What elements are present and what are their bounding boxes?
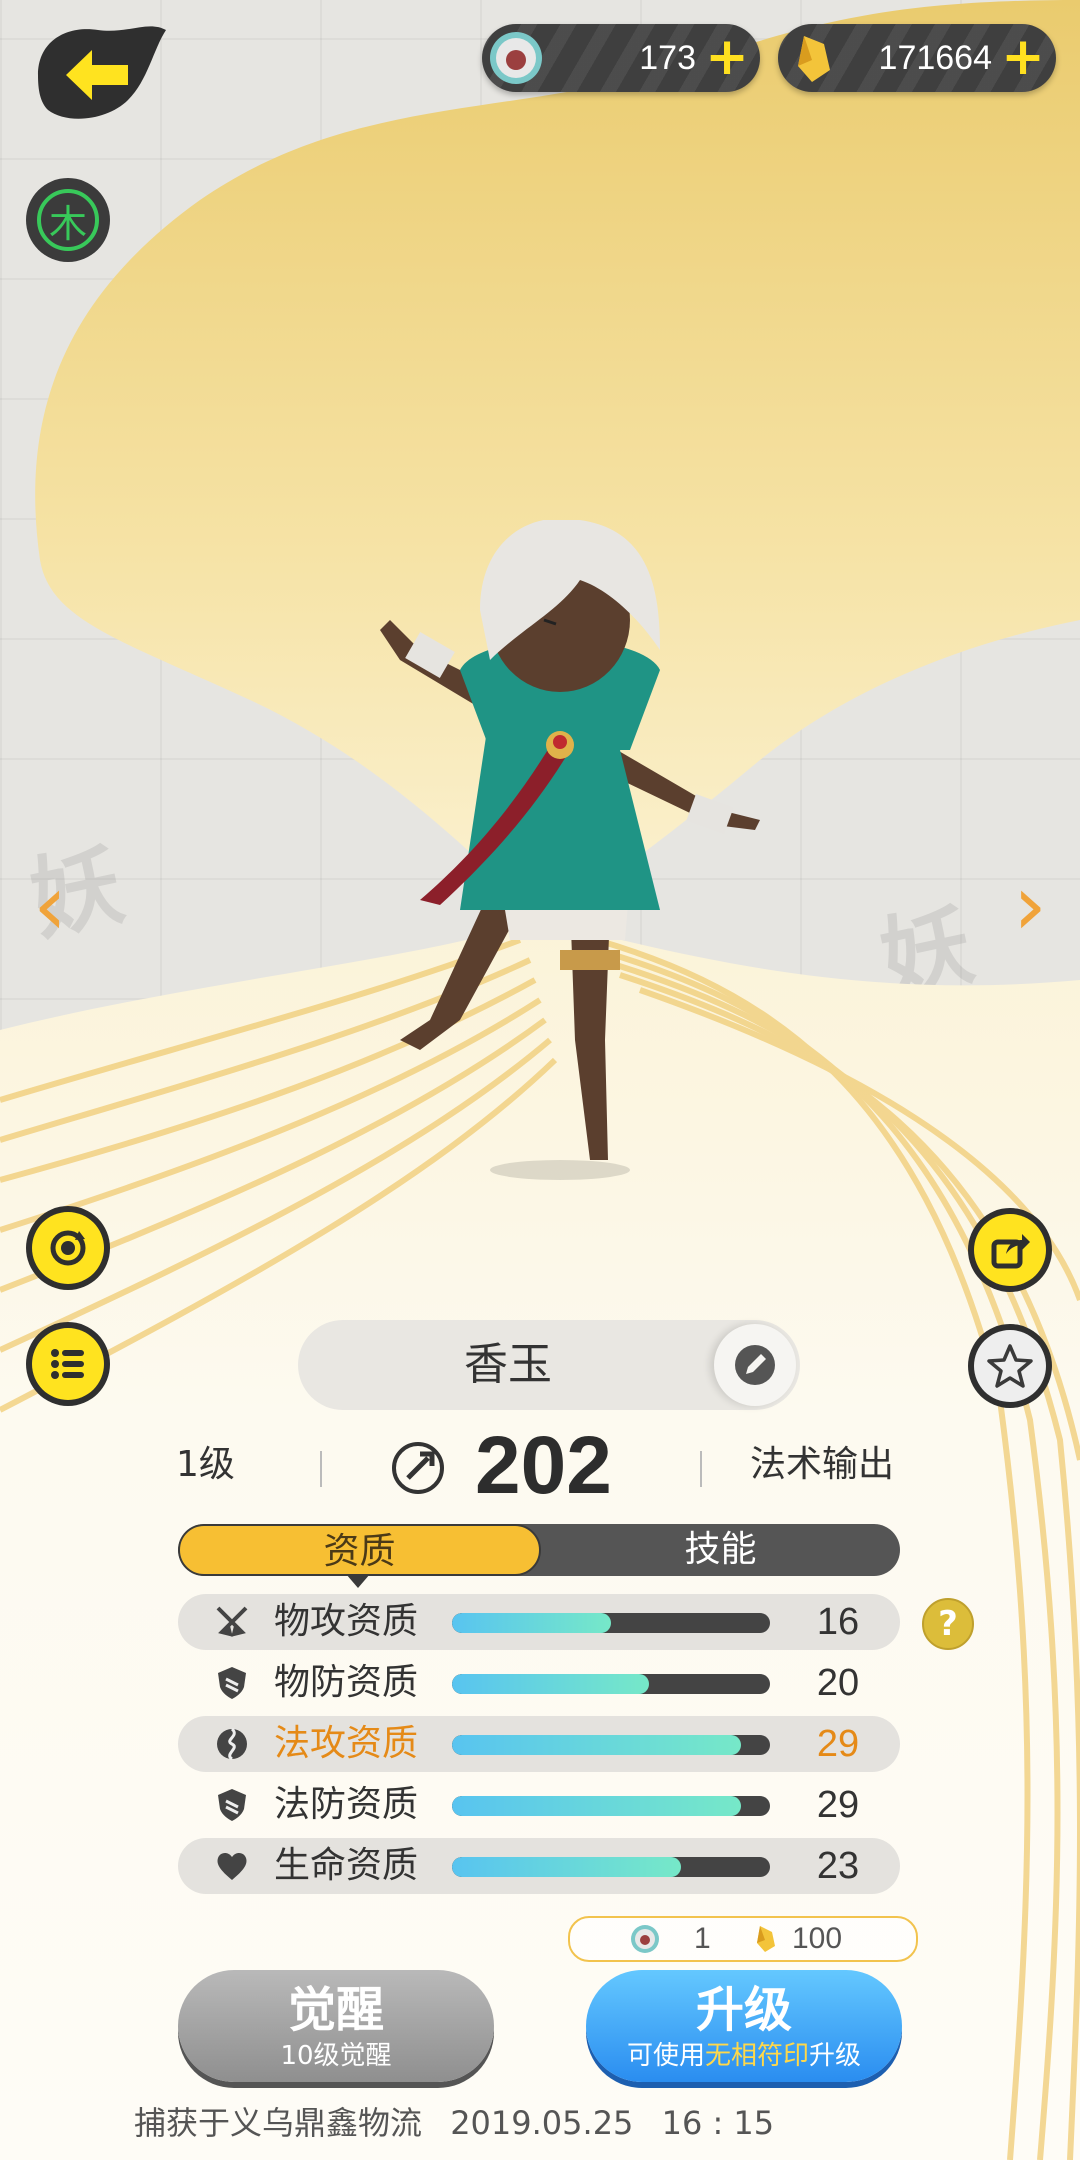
upgrade-hint: 可使用无相符印升级 — [586, 2040, 902, 2072]
upgrade-button-label: 升级 — [695, 1982, 792, 2038]
combat-power-value: 202 — [475, 1420, 612, 1511]
stat-label: 生命资质 — [274, 1845, 419, 1886]
edit-pencil-icon — [735, 1345, 775, 1385]
stat-bar-fill — [452, 1613, 611, 1633]
stat-bar — [452, 1613, 770, 1633]
pet-role: 法术输出 — [750, 1444, 895, 1485]
upgrade-hint-suffix: 升级 — [809, 2041, 862, 2071]
upgrade-cost: 1 100 — [568, 1916, 918, 1962]
stat-bar — [452, 1674, 770, 1694]
list-menu-button[interactable] — [26, 1322, 110, 1406]
previous-pet-arrow[interactable]: ‹ — [20, 860, 80, 950]
stat-label: 物攻资质 — [274, 1601, 419, 1642]
capture-date: 2019.05.25 — [450, 2104, 634, 2142]
divider — [700, 1451, 702, 1487]
magic-orb-icon — [217, 1727, 247, 1761]
pearl-currency-bar: 173 + — [482, 24, 760, 92]
gold-cost-value: 100 — [792, 1922, 843, 1955]
heart-icon — [217, 1852, 247, 1880]
list-icon — [51, 1349, 84, 1379]
back-button[interactable] — [28, 20, 168, 130]
stat-row: 生命资质 23 — [178, 1838, 900, 1894]
awaken-button-label: 觉醒 — [287, 1982, 384, 2038]
combat-power-icon — [392, 1442, 444, 1494]
share-icon — [991, 1234, 1030, 1269]
stat-value: 29 — [816, 1784, 860, 1826]
stat-label: 物防资质 — [274, 1662, 419, 1703]
awaken-requirement: 10级觉醒 — [280, 2041, 392, 2071]
share-button[interactable] — [968, 1208, 1052, 1292]
rename-button[interactable] — [714, 1324, 796, 1406]
capture-location: 捕获于义乌鼎鑫物流 — [134, 2104, 423, 2142]
tab-aptitude[interactable]: 资质 — [178, 1524, 541, 1576]
next-pet-arrow[interactable]: › — [1000, 860, 1060, 950]
gold-crystal-icon — [757, 1926, 775, 1952]
attribute-tabs: 资质 技能 — [178, 1524, 900, 1576]
stat-label: 法防资质 — [274, 1784, 419, 1825]
stat-value: 20 — [816, 1662, 860, 1704]
stat-row: 物攻资质 16 — [178, 1594, 900, 1650]
refresh-icon — [50, 1230, 86, 1266]
tab-pointer — [346, 1574, 370, 1588]
shield-icon — [218, 1667, 246, 1699]
stat-bar — [452, 1735, 770, 1755]
star-icon — [987, 1344, 1033, 1388]
tab-skills[interactable]: 技能 — [541, 1524, 900, 1576]
wood-element-icon: 木 — [37, 189, 99, 251]
pet-name: 香玉 — [464, 1339, 552, 1390]
awaken-button[interactable]: 觉醒 10级觉醒 — [178, 1970, 494, 2082]
stat-row: 法防资质 29 — [178, 1777, 900, 1833]
element-badge[interactable]: 木 — [26, 178, 110, 262]
add-gold-button[interactable]: + — [998, 31, 1048, 83]
magic-shield-icon — [218, 1789, 246, 1821]
stat-row: 法攻资质 29 — [178, 1716, 900, 1772]
favorite-button[interactable] — [968, 1324, 1052, 1408]
pet-name-pill: 香玉 — [298, 1320, 800, 1410]
stat-bar-fill — [452, 1674, 650, 1694]
pearl-coin-icon — [490, 32, 542, 84]
upgrade-button[interactable]: 升级 可使用无相符印升级 — [586, 1970, 902, 2082]
stat-bar — [452, 1857, 770, 1877]
stat-bar-fill — [452, 1796, 742, 1816]
add-pearl-button[interactable]: + — [702, 31, 752, 83]
pet-level: 1级 — [176, 1444, 235, 1485]
help-button[interactable]: ? — [922, 1598, 974, 1650]
rotate-view-button[interactable] — [26, 1206, 110, 1290]
pearl-cost-value: 1 — [694, 1922, 711, 1955]
sword-icon — [216, 1606, 248, 1637]
stat-label: 法攻资质 — [274, 1723, 419, 1764]
divider — [320, 1451, 322, 1487]
capture-info: 捕获于义乌鼎鑫物流 2019.05.25 16 : 15 — [134, 2098, 792, 2144]
stat-value: 23 — [816, 1845, 860, 1887]
pearl-coin-icon — [631, 1925, 659, 1953]
upgrade-hint-prefix: 可使用 — [626, 2041, 705, 2071]
stat-value: 16 — [816, 1601, 860, 1643]
gold-currency-value: 171664 — [878, 38, 992, 77]
stat-value: 29 — [816, 1723, 860, 1765]
stat-bar-fill — [452, 1735, 742, 1755]
capture-time: 16 : 15 — [661, 2104, 775, 2142]
pearl-currency-value: 173 — [639, 38, 696, 77]
stat-bar-fill — [452, 1857, 681, 1877]
gold-crystal-icon — [798, 36, 830, 82]
aptitude-stats-list: 物攻资质 16 物防资质 20 法攻资质 29 法防资质 29 生命资质 23 — [178, 1594, 900, 1899]
gold-currency-bar: 171664 + — [778, 24, 1056, 92]
stat-row: 物防资质 20 — [178, 1655, 900, 1711]
pet-info-row: 1级 202 法术输出 — [0, 1415, 1080, 1515]
stat-bar — [452, 1796, 770, 1816]
pet-character-model[interactable] — [360, 520, 840, 1180]
upgrade-hint-item: 无相符印 — [704, 2041, 809, 2071]
